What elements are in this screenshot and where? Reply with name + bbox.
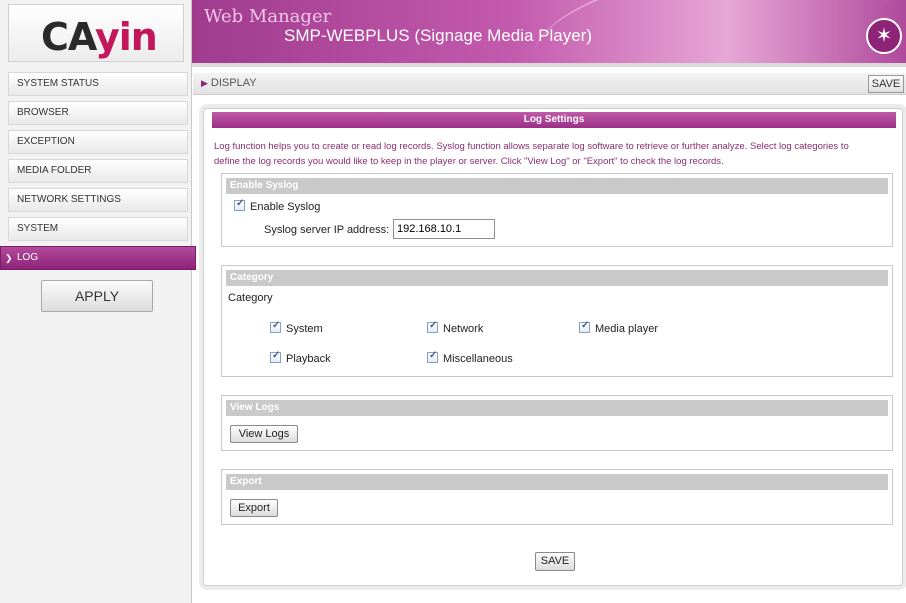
category-item-label: Miscellaneous [443,353,513,365]
app-title: Web Manager [204,6,332,27]
sidebar-item-system[interactable]: SYSTEM [8,217,188,241]
category-item-label: Playback [286,353,331,365]
panel-title: Log Settings [212,112,896,128]
enable-syslog-checkbox[interactable] [234,198,245,211]
category-item-label: Media player [595,323,658,335]
enable-syslog-row: Enable Syslog [234,198,321,213]
sidebar-item-label: SYSTEM STATUS [17,78,99,89]
sidebar-item-label: MEDIA FOLDER [17,165,92,176]
export-button[interactable]: Export [230,499,278,517]
log-settings-panel: Log Settings Log function helps you to c… [203,108,903,586]
description-line-2: define the log records you would like to… [214,156,724,167]
category-item-media-player: Media player [579,320,658,335]
category-item-network: Network [427,320,484,335]
enable-syslog-label: Enable Syslog [250,201,321,213]
category-label: Category [228,292,273,304]
category-item-label: Network [443,323,484,335]
left-sidebar: CAyin SYSTEM STATUS BROWSER EXCEPTION ME… [0,0,196,603]
syslog-section: Enable Syslog Enable Syslog Syslog serve… [221,173,893,247]
star-wand-icon: ✶ [866,18,902,54]
sidebar-item-browser[interactable]: BROWSER [8,101,188,125]
view-logs-section: View Logs View Logs [221,395,893,451]
miscellaneous-checkbox[interactable] [427,350,438,363]
category-item-playback: Playback [270,350,331,365]
sidebar-nav: SYSTEM STATUS BROWSER EXCEPTION MEDIA FO… [0,72,196,275]
network-checkbox[interactable] [427,320,438,333]
sidebar-item-label: NETWORK SETTINGS [17,194,121,205]
sidebar-item-label: LOG [17,252,39,263]
system-checkbox[interactable] [270,320,281,333]
sidebar-item-label: BROWSER [17,107,69,118]
sidebar-item-label: EXCEPTION [17,136,75,147]
sidebar-item-network-settings[interactable]: NETWORK SETTINGS [8,188,188,212]
breadcrumb-label: DISPLAY [210,77,257,89]
breadcrumb: ▶ DISPLAY [201,77,257,89]
export-section-header: Export [226,474,888,490]
view-logs-section-header: View Logs [226,400,888,416]
sidebar-item-exception[interactable]: EXCEPTION [8,130,188,154]
apply-button[interactable]: APPLY [41,280,153,312]
media-player-checkbox[interactable] [579,320,590,333]
save-button-bottom[interactable]: SAVE [535,552,575,571]
logo-text-yin: yin [94,15,158,59]
sidebar-item-system-status[interactable]: SYSTEM STATUS [8,72,188,96]
header-banner: Web Manager SMP-WEBPLUS (Signage Media P… [192,0,906,67]
syslog-ip-input[interactable] [393,219,495,239]
category-section: Category Category System Network Media p… [221,265,893,377]
triangle-right-icon: ▶ [201,78,208,88]
description-line-1: Log function helps you to create or read… [214,141,849,152]
save-button-top[interactable]: SAVE [868,75,904,93]
category-item-system: System [270,320,323,335]
sidebar-item-media-folder[interactable]: MEDIA FOLDER [8,159,188,183]
category-section-header: Category [226,270,888,286]
category-item-label: System [286,323,323,335]
active-arrow-icon: ❯ [5,253,13,263]
web-manager-window: CAyin SYSTEM STATUS BROWSER EXCEPTION ME… [0,0,906,603]
playback-checkbox[interactable] [270,350,281,363]
breadcrumb-bar: ▶ DISPLAY SAVE [193,73,906,95]
logo-box: CAyin [8,4,184,62]
logo-text-ca: CA [41,15,96,59]
product-name: SMP-WEBPLUS (Signage Media Player) [284,26,593,45]
panel-description: Log function helps you to create or read… [214,139,894,169]
cayin-logo: CAyin [41,15,158,59]
syslog-section-header: Enable Syslog [226,178,888,194]
export-section: Export Export [221,469,893,525]
sidebar-item-log[interactable]: ❯ LOG [0,246,196,270]
syslog-ip-label: Syslog server IP address: [264,224,390,236]
sidebar-item-label: SYSTEM [17,223,59,234]
view-logs-button[interactable]: View Logs [230,425,298,443]
category-item-miscellaneous: Miscellaneous [427,350,513,365]
